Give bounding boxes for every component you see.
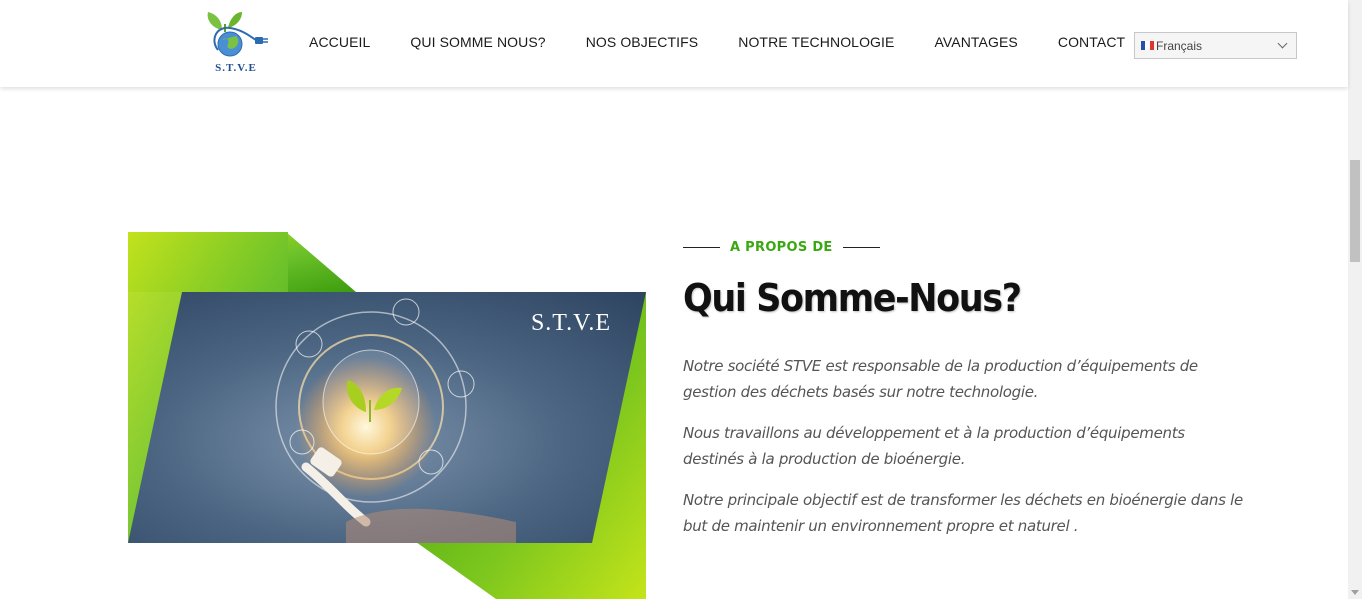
logo-globe-plug-icon [207, 12, 268, 57]
france-flag-icon [1141, 41, 1154, 50]
section-title: Qui Somme-Nous? [683, 276, 1022, 320]
image-caption: S.T.V.E [531, 310, 611, 336]
site-logo[interactable]: S.T.V.E [200, 10, 272, 76]
scrollbar-thumb[interactable] [1350, 160, 1360, 262]
bulb-plant-illustration: S.T.V.E [116, 222, 660, 599]
about-paragraph: Notre principale objectif est de transfo… [683, 491, 1243, 535]
nav-accueil[interactable]: ACCUEIL [309, 34, 370, 50]
about-image: S.T.V.E [116, 222, 660, 599]
nav-notre-technologie[interactable]: NOTRE TECHNOLOGIE [738, 34, 894, 50]
language-select[interactable]: Français [1134, 32, 1297, 59]
section-eyebrow: A PROPOS DE [683, 240, 880, 255]
eyebrow-line-left [683, 246, 720, 249]
language-selected-value: Français [1156, 38, 1203, 53]
main-nav: ACCUEIL QUI SOMME NOUS? NOS OBJECTIFS NO… [309, 34, 1165, 50]
logo-text: S.T.V.E [215, 62, 257, 74]
eyebrow-text: A PROPOS DE [730, 240, 833, 255]
nav-qui-somme-nous[interactable]: QUI SOMME NOUS? [410, 34, 545, 50]
eyebrow-line-right [842, 246, 880, 249]
scroll-down-arrow-icon[interactable] [1351, 590, 1359, 595]
nav-nos-objectifs[interactable]: NOS OBJECTIFS [586, 34, 699, 50]
page-scrollbar[interactable] [1348, 0, 1362, 599]
chevron-down-icon [1277, 38, 1288, 49]
about-paragraph: Notre société STVE est responsable de la… [683, 357, 1198, 401]
nav-contact[interactable]: CONTACT [1058, 34, 1125, 50]
nav-avantages[interactable]: AVANTAGES [934, 34, 1017, 50]
about-paragraph: Nous travaillons au développement et à l… [683, 424, 1185, 468]
site-header: S.T.V.E ACCUEIL QUI SOMME NOUS? NOS OBJE… [0, 0, 1348, 87]
